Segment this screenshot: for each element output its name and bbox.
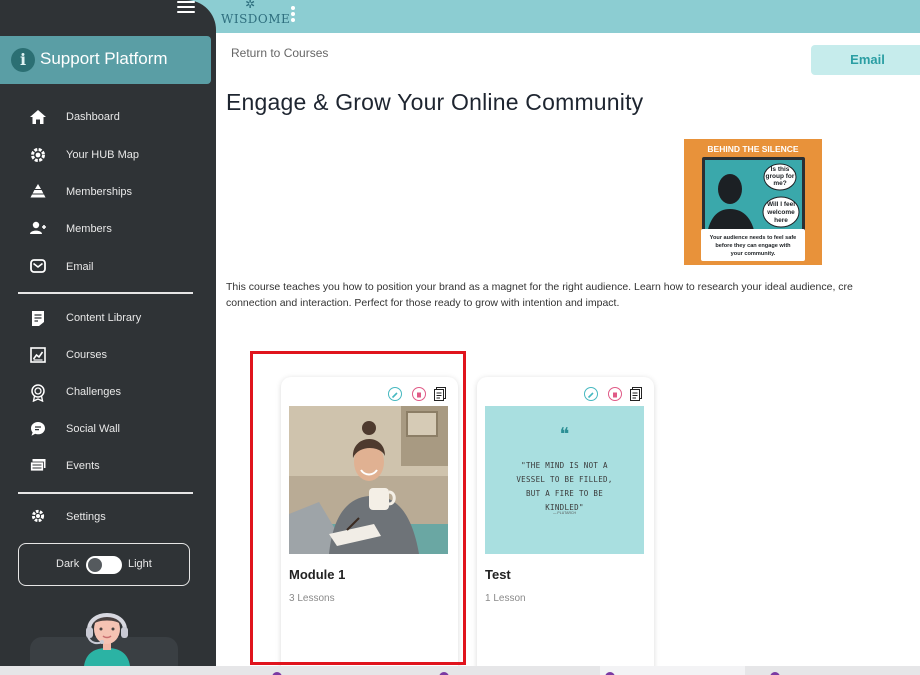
thought-bubble-2-line1: Will I feel — [767, 201, 795, 208]
light-label: Light — [128, 558, 152, 570]
calendar-icon — [28, 458, 48, 476]
gear-icon — [28, 147, 48, 165]
sidebar-item-memberships[interactable]: Memberships — [28, 181, 198, 205]
chat-icon — [28, 421, 48, 439]
module-thumbnail-quote: ❝ "THE MIND IS NOT A VESSEL TO BE FILLED… — [485, 406, 644, 554]
sidebar-item-hub-map[interactable]: Your HUB Map — [28, 144, 198, 168]
module-card[interactable]: Module 1 3 Lessons — [281, 377, 458, 675]
quote-author: — PLUTARCH — [552, 511, 577, 515]
page-title: Engage & Grow Your Online Community — [226, 89, 644, 115]
sidebar-item-events[interactable]: Events — [28, 455, 198, 479]
sidebar-item-courses[interactable]: Courses — [28, 344, 198, 368]
sidebar-item-challenges[interactable]: Challenges — [28, 381, 198, 405]
more-options-icon[interactable] — [290, 6, 296, 24]
module-thumbnail-photo — [289, 406, 448, 554]
bottom-taskbar-strip — [0, 666, 920, 675]
edit-icon[interactable] — [388, 387, 402, 401]
dark-label: Dark — [56, 558, 80, 570]
delete-icon[interactable] — [412, 387, 426, 401]
course-image-heading: BEHIND THE SILENCE — [707, 144, 798, 154]
course-description: This course teaches you how to position … — [226, 279, 920, 311]
thought-bubble-1-line2: group for — [766, 173, 795, 180]
module-title[interactable]: Module 1 — [289, 567, 345, 582]
sidebar-header[interactable]: i Support Platform — [0, 36, 211, 84]
quote-text: "THE MIND IS NOT A VESSEL TO BE FILLED, … — [516, 461, 613, 512]
logo-mark-icon: ✲ — [245, 0, 256, 11]
thought-bubble-2-line2: welcome — [766, 209, 795, 216]
course-cover-image: BEHIND THE SILENCE Is this group for me?… — [684, 139, 822, 265]
sidebar-item-members[interactable]: Members — [28, 218, 198, 242]
sidebar-item-settings[interactable]: Settings — [28, 506, 198, 530]
sidebar: i Support Platform Dashboard Your HUB Ma… — [0, 0, 216, 675]
theme-toggle-group: Dark Light — [18, 543, 190, 586]
thought-bubble-1-line1: Is this — [771, 166, 790, 173]
theme-toggle-switch[interactable] — [86, 556, 122, 574]
caption-line2: before they can engage with — [715, 243, 791, 249]
module-card[interactable]: ❝ "THE MIND IS NOT A VESSEL TO BE FILLED… — [477, 377, 654, 675]
quote-mark-icon: ❝ — [559, 424, 570, 445]
edit-icon[interactable] — [584, 387, 598, 401]
pyramid-icon — [28, 184, 48, 202]
award-icon — [28, 384, 48, 403]
thought-bubble-2-line3: here — [774, 217, 788, 224]
module-title[interactable]: Test — [485, 567, 511, 582]
sidebar-divider — [18, 492, 193, 494]
mail-icon — [28, 259, 48, 277]
description-line-2: connection and interaction. Perfect for … — [226, 297, 620, 309]
menu-hamburger-icon[interactable] — [177, 1, 195, 15]
settings-icon — [28, 509, 48, 527]
brand-logo[interactable]: ✲ WISDOME — [221, 0, 291, 33]
lesson-count: 1 Lesson — [485, 593, 526, 604]
sidebar-item-social-wall[interactable]: Social Wall — [28, 418, 198, 442]
taskbar-segment — [600, 666, 745, 675]
home-icon — [28, 109, 48, 127]
info-icon: i — [11, 48, 35, 72]
lesson-count: 3 Lessons — [289, 593, 335, 604]
sidebar-divider — [18, 292, 193, 294]
chart-icon — [28, 347, 48, 365]
description-line-1: This course teaches you how to position … — [226, 281, 853, 293]
thought-bubble-1-line3: me? — [773, 180, 786, 187]
document-icon — [28, 310, 48, 328]
brand-name: WISDOME — [221, 12, 291, 26]
copy-document-icon[interactable] — [630, 387, 642, 401]
sidebar-item-content-library[interactable]: Content Library — [28, 307, 198, 331]
copy-document-icon[interactable] — [434, 387, 446, 401]
support-agent-avatar[interactable] — [74, 602, 140, 666]
sidebar-item-email[interactable]: Email — [28, 256, 198, 280]
toggle-knob — [88, 558, 102, 572]
caption-line1: Your audience needs to feel safe — [710, 235, 797, 241]
return-to-courses-link[interactable]: Return to Courses — [231, 46, 328, 60]
users-icon — [28, 221, 48, 239]
sidebar-title: Support Platform — [40, 49, 168, 68]
caption-line3: your community. — [731, 251, 776, 257]
sidebar-item-dashboard[interactable]: Dashboard — [28, 106, 198, 130]
delete-icon[interactable] — [608, 387, 622, 401]
email-button[interactable]: Email — [811, 45, 920, 75]
